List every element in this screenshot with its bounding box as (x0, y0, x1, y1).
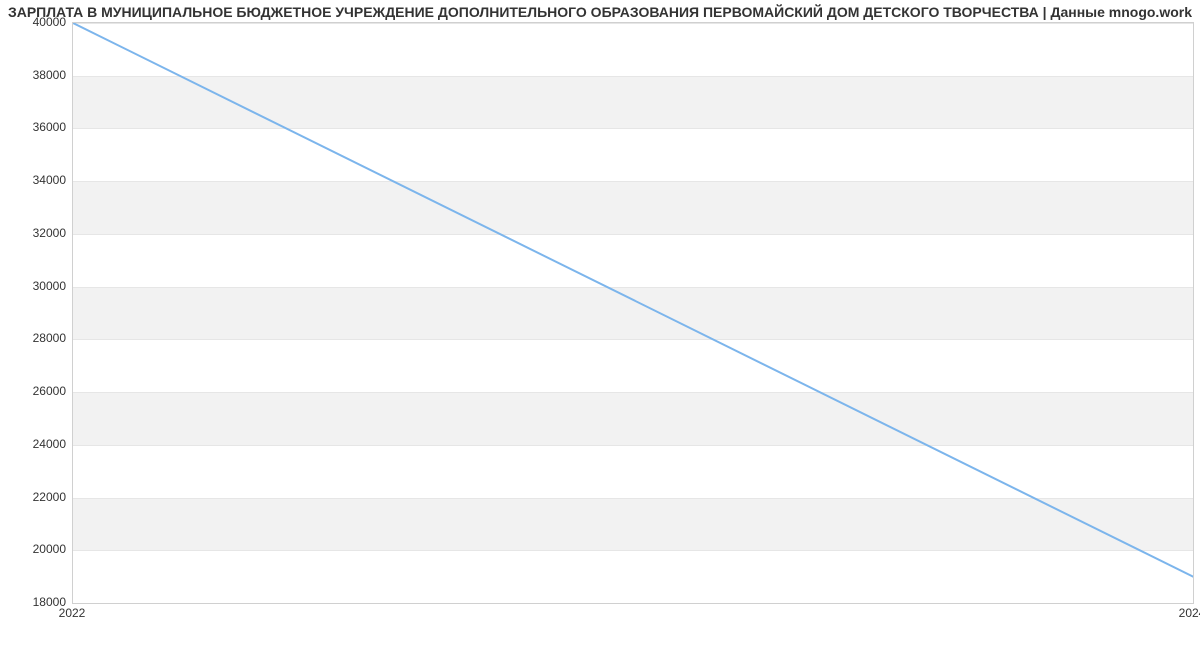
y-tick-label: 30000 (6, 279, 66, 293)
series-line (73, 23, 1193, 577)
y-tick-label: 32000 (6, 226, 66, 240)
y-tick-label: 18000 (6, 595, 66, 609)
line-layer (73, 23, 1193, 603)
y-tick-label: 20000 (6, 542, 66, 556)
chart-title: ЗАРПЛАТА В МУНИЦИПАЛЬНОЕ БЮДЖЕТНОЕ УЧРЕЖ… (8, 4, 1192, 20)
y-tick-label: 38000 (6, 68, 66, 82)
y-tick-label: 36000 (6, 120, 66, 134)
y-tick-label: 40000 (6, 15, 66, 29)
x-tick-label: 2024 (1179, 606, 1200, 620)
chart-container: ЗАРПЛАТА В МУНИЦИПАЛЬНОЕ БЮДЖЕТНОЕ УЧРЕЖ… (0, 0, 1200, 650)
plot-area (72, 22, 1194, 604)
y-tick-label: 34000 (6, 173, 66, 187)
y-tick-label: 28000 (6, 331, 66, 345)
x-tick-label: 2022 (59, 606, 86, 620)
y-tick-label: 22000 (6, 490, 66, 504)
y-tick-label: 24000 (6, 437, 66, 451)
y-tick-label: 26000 (6, 384, 66, 398)
